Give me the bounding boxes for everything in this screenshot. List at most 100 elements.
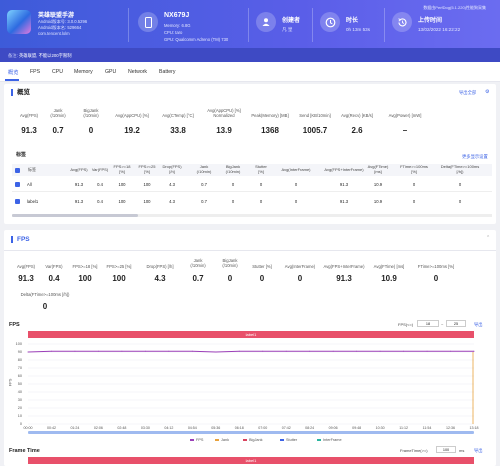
fps-metric-value: 0 [42,302,48,311]
y-tick-label: 20 [17,405,22,410]
fps-line-chart[interactable] [0,336,500,440]
tab-gpu[interactable]: GPU [105,69,116,75]
legend-item[interactable]: Jank [215,438,229,442]
column-header: 标签 [28,167,36,172]
fps-metric-label: FPS>=25 [%] [106,264,132,269]
table-cell: 100 [143,182,151,187]
data-point[interactable] [450,350,452,352]
scrollbar-thumb[interactable] [12,214,138,217]
table-cell: 10.9 [373,182,383,187]
data-point[interactable] [285,350,287,352]
x-tick-label: 06:18 [234,426,244,430]
tab-memory[interactable]: Memory [74,69,93,75]
app-icon [7,10,31,34]
fps-metric-label: Stutter [%] [252,264,272,269]
data-point[interactable] [332,350,334,352]
tab-cpu[interactable]: CPU [52,69,63,75]
export-all-link[interactable]: 导出全部 [459,90,476,96]
legend-item[interactable]: BigJank [243,438,263,442]
table-cell: 0 [458,199,462,204]
data-point[interactable] [262,350,264,352]
row-checkbox[interactable] [15,182,20,187]
duration-label: 时长 [346,18,359,24]
tab-fps[interactable]: FPS [30,69,40,75]
data-point[interactable] [379,350,381,352]
table-cell: 100 [143,199,151,204]
fps-metric-value: 0 [433,274,439,283]
more-settings-link[interactable]: 更多显示设置 [462,154,488,160]
y-tick-label: 40 [17,389,22,394]
horizontal-scrollbar[interactable] [12,214,492,217]
table-cell: 91.3 [339,199,349,204]
data-point[interactable] [473,350,475,352]
range-separator: ~ [441,322,444,327]
x-tick-label: 12:36 [446,426,456,430]
data-point[interactable] [27,351,29,353]
select-all-checkbox[interactable] [15,168,20,173]
legend-label: Stutter [286,438,298,442]
row-divider [12,191,492,192]
legend-item[interactable]: InterFrame [317,438,342,442]
collapse-icon[interactable]: ⌃ [486,235,490,241]
legend-label: Jank [221,438,230,442]
data-point[interactable] [426,350,428,352]
tab-overview[interactable]: 概览 [8,69,18,76]
x-tick-label: 04:12 [164,426,174,430]
section-divider [4,250,496,251]
note-text[interactable]: 英雄联盟, 不能以200字限制 [19,53,72,58]
legend-item[interactable]: FPS [190,438,203,442]
fps-range-label: FPS(<=) [398,322,414,327]
data-point[interactable] [191,350,193,352]
x-tick-label: 02:48 [117,426,127,430]
overview-card: 概览 导出全部 ⚙ Avg(FPS) 91.3 Jank (/10min) 0.… [4,84,496,224]
table-cell: 100 [118,199,126,204]
device-gpu: GPU: Qualcomm Adreno (TM) 730 [164,37,229,42]
device-name: NX679J [164,12,190,19]
tab-network[interactable]: Network [128,69,147,75]
row-checkbox[interactable] [15,199,20,204]
metric-label: Peak(Memory) [MB] [251,113,289,118]
data-point[interactable] [168,350,170,352]
column-header: Var(FPS) [91,167,109,172]
perfdog-note: 数据由PerfDog(5.1.220)性能狗采集 [423,5,486,10]
data-point[interactable] [121,350,123,352]
frametime-export-link[interactable]: 导出 [474,448,483,454]
table-cell: 0 [231,182,235,187]
data-point[interactable] [144,350,146,352]
legend-item[interactable]: Stutter [280,438,297,442]
data-point[interactable] [215,351,217,353]
tab-battery[interactable]: Battery [159,69,175,75]
data-point[interactable] [50,350,52,352]
y-tick-label: 10 [17,413,22,418]
table-cell: 0 [259,182,263,187]
frametime-range-input[interactable]: 100 [436,446,456,453]
data-point[interactable] [238,350,240,352]
column-header: BigJank (/10min) [225,164,241,174]
data-point[interactable] [356,350,358,352]
data-point[interactable] [74,350,76,352]
fps-range-high-input[interactable]: 25 [446,320,466,327]
data-point[interactable] [403,350,405,352]
metric-label: Avg(AppCPU) [%] [115,113,149,118]
labels-title: 标签 [16,152,27,158]
metric-value: 2.6 [351,126,363,135]
note-strip: 备注: 英雄联盟, 不能以200字限制 [0,48,500,62]
fps-range-low-input[interactable]: 18 [417,320,439,327]
metric-label: Avg(CTemp) [°C] [162,113,194,118]
fps-metric-value: 10.9 [381,274,397,283]
legend-swatch [243,439,247,441]
fps-metric-label: Delta(FTime>=100ms [/h]) [20,292,70,297]
column-header: Avg(FTime) [ms] [367,164,389,174]
frametime-label-bar[interactable]: label1 [28,457,474,464]
settings-icon[interactable]: ⚙ [485,89,489,95]
zoom-slider-range[interactable] [28,431,474,434]
data-point[interactable] [97,350,99,352]
y-tick-label: 80 [17,357,22,362]
metric-label: Avg(Power) [mW] [388,113,422,118]
phone-icon [138,12,158,32]
x-tick-label: 05:36 [211,426,221,430]
chart-zoom-slider[interactable] [28,431,474,434]
metric-value: 19.2 [124,126,140,135]
fps-export-link[interactable]: 导出 [474,322,483,328]
data-point[interactable] [309,350,311,352]
